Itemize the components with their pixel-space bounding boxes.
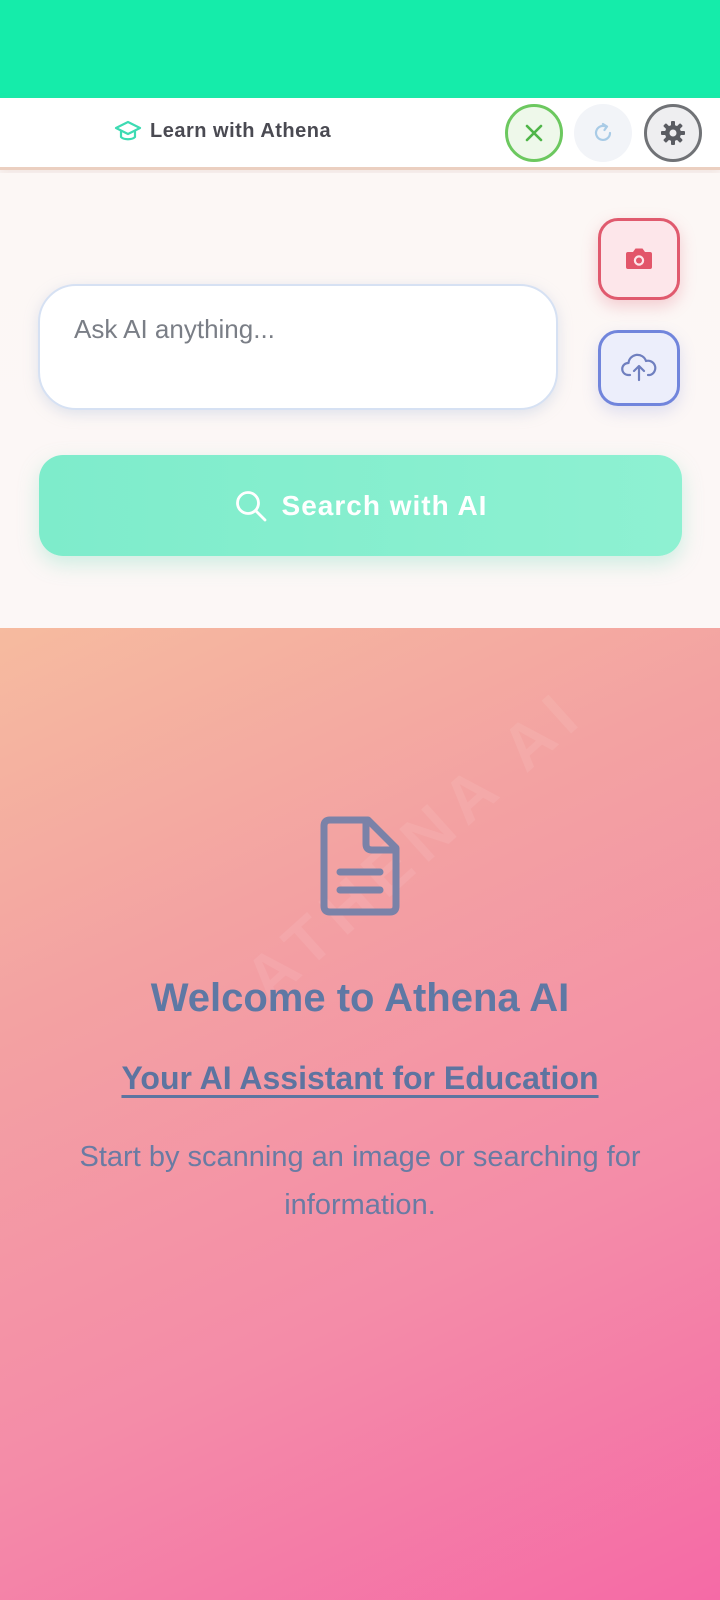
app-title: Learn with Athena: [150, 119, 332, 142]
cloud-upload-icon: [621, 353, 657, 382]
close-button[interactable]: [505, 104, 563, 162]
app-header: Learn with Athena: [0, 98, 720, 170]
search-button-label: Search with AI: [281, 489, 488, 521]
search-icon: [235, 490, 266, 521]
settings-button[interactable]: [644, 104, 702, 162]
watermark: ATHENA AI: [230, 674, 598, 1016]
document-icon: [320, 816, 400, 916]
refresh-button[interactable]: [574, 104, 632, 162]
search-input[interactable]: [74, 314, 514, 345]
brand: Learn with Athena: [114, 116, 331, 146]
upload-button[interactable]: [598, 330, 680, 406]
graduation-cap-icon: [114, 117, 142, 145]
refresh-icon: [594, 122, 612, 142]
welcome-description: Start by scanning an image or searching …: [79, 1141, 641, 1221]
welcome-title: Welcome to Athena AI: [150, 976, 570, 1020]
welcome-subtitle: Your AI Assistant for Education: [121, 1060, 599, 1096]
search-input-container[interactable]: [38, 284, 558, 410]
camera-button[interactable]: [598, 218, 680, 300]
gear-icon: [661, 121, 685, 145]
welcome-panel: ATHENA AI Welcome to Athena AI Your AI A…: [0, 628, 720, 1600]
camera-icon: [626, 248, 652, 269]
close-icon: [525, 124, 543, 142]
search-with-ai-button[interactable]: Search with AI: [39, 455, 682, 556]
status-bar: [0, 0, 720, 98]
